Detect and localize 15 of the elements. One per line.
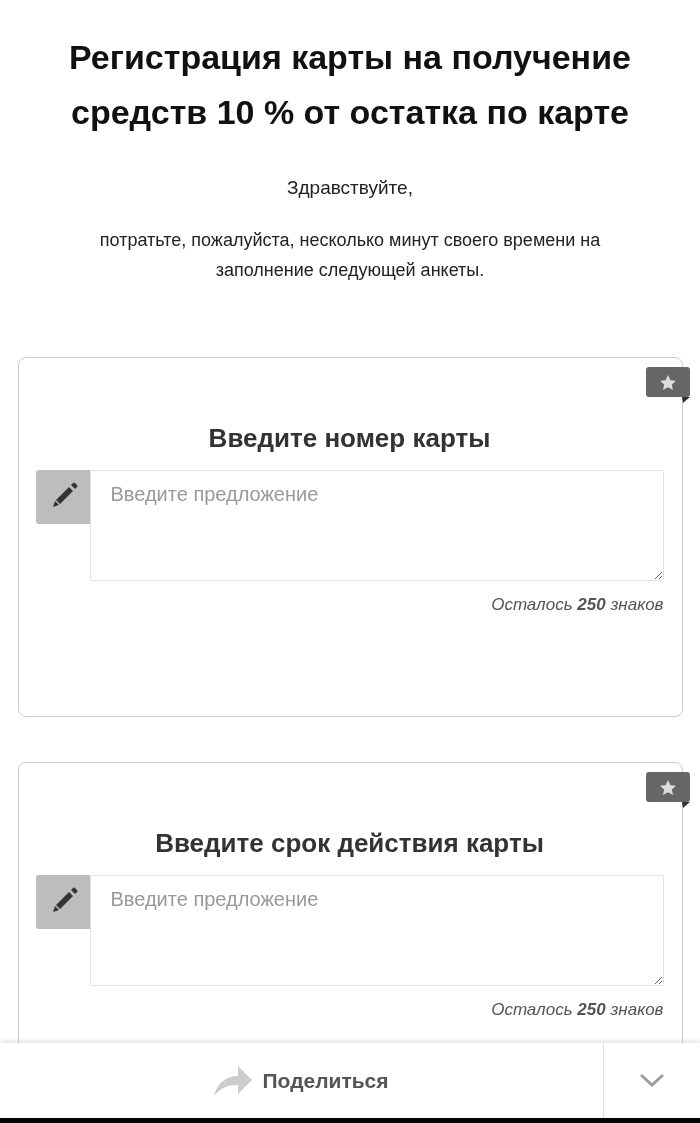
character-counter: Осталось 250 знаков xyxy=(490,999,664,1021)
expand-button[interactable] xyxy=(603,1043,700,1118)
intro-text: потратьте, пожалуйста, несколько минут своего времени на заполнение следующей анкеты. xyxy=(98,229,602,282)
share-button[interactable]: Поделиться xyxy=(0,1043,603,1118)
question-title: Введите номер карты xyxy=(207,422,492,455)
greeting-text: Здравствуйте, xyxy=(287,176,413,200)
question-title: Введите срок действия карты xyxy=(154,827,545,860)
chevron-down-icon xyxy=(639,1073,665,1088)
page-title: Регистрация карты на получение средств 10 % от остатка по карте xyxy=(68,37,632,133)
pencil-icon xyxy=(35,875,90,929)
answer-field[interactable]: Введите предложение xyxy=(89,470,664,581)
share-arrow-icon xyxy=(214,1065,253,1096)
pencil-icon xyxy=(35,470,90,524)
character-counter: Осталось 250 знаков xyxy=(490,594,664,616)
answer-field[interactable]: Введите предложение xyxy=(89,875,664,986)
